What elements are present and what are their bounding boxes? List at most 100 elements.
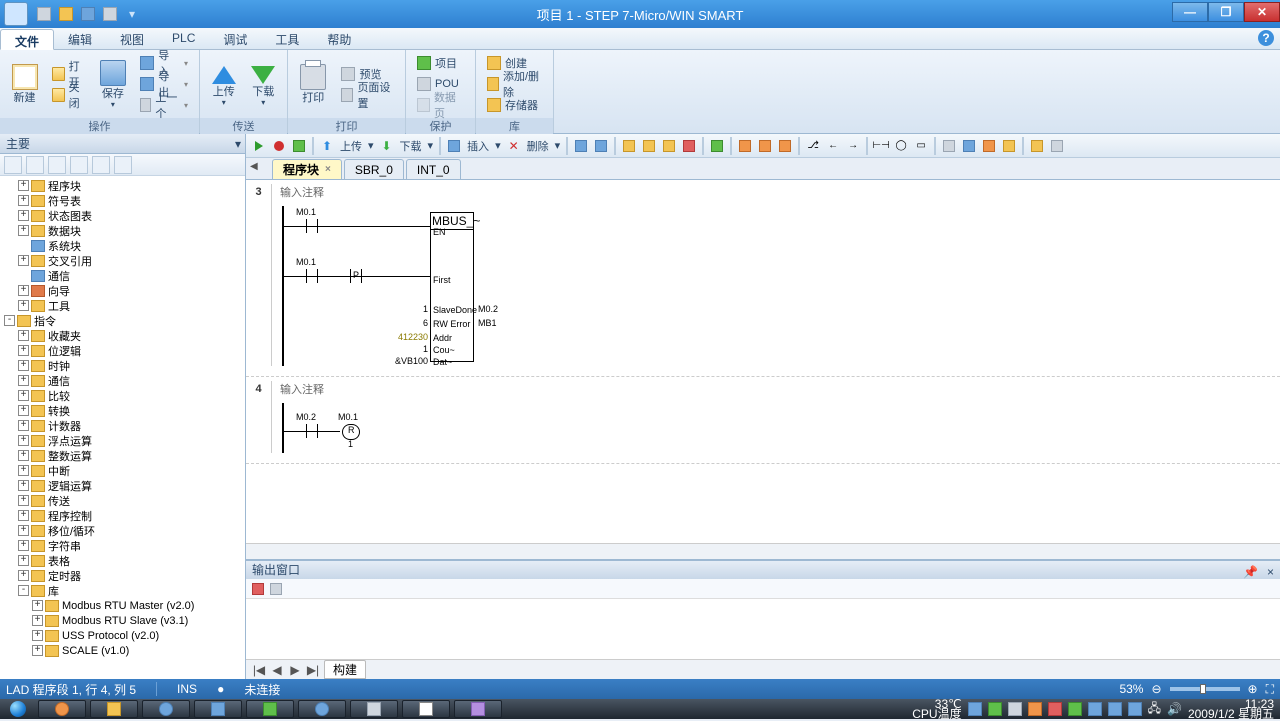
- tab-help[interactable]: 帮助: [313, 28, 365, 49]
- output-copy-icon[interactable]: [270, 583, 282, 595]
- tb-f[interactable]: [680, 137, 698, 155]
- panel-tb-2[interactable]: [26, 156, 44, 174]
- output-nav-prev[interactable]: ◀: [270, 663, 284, 677]
- tree-node[interactable]: +数据块: [4, 223, 243, 238]
- tb-i[interactable]: [960, 137, 978, 155]
- page-setup-button[interactable]: 页面设置: [336, 85, 399, 105]
- run-button[interactable]: [250, 137, 268, 155]
- prev-button[interactable]: 上一个▾: [135, 95, 193, 115]
- zoom-slider[interactable]: [1170, 687, 1240, 691]
- coil-reset[interactable]: M0.1R: [340, 424, 362, 438]
- tray-icon-7[interactable]: [1088, 702, 1102, 716]
- tree-node[interactable]: +定时器: [4, 568, 243, 583]
- contact-p[interactable]: P: [344, 269, 368, 283]
- tray-icon-6[interactable]: [1068, 702, 1082, 716]
- output-pin-icon[interactable]: 📌: [1243, 563, 1258, 581]
- network-comment[interactable]: 输入注释: [280, 381, 1280, 397]
- insert-tb-button[interactable]: [445, 137, 463, 155]
- zoom-in-button[interactable]: ⊕: [1248, 682, 1258, 696]
- tb-box[interactable]: ▭: [912, 137, 930, 155]
- tray-icon-4[interactable]: [1028, 702, 1042, 716]
- tree-root-instructions[interactable]: -指令: [4, 313, 243, 328]
- tab-debug[interactable]: 调试: [209, 28, 261, 49]
- tree-node[interactable]: +位逻辑: [4, 343, 243, 358]
- output-body[interactable]: [246, 599, 1280, 659]
- qat-dropdown-icon[interactable]: ▾: [124, 6, 140, 22]
- editor-tab-sbr0[interactable]: SBR_0: [344, 159, 404, 179]
- print-button[interactable]: 打印: [294, 52, 332, 116]
- datapage-button[interactable]: 数据页: [412, 95, 469, 115]
- tree-node[interactable]: 通信: [4, 268, 243, 283]
- upload-tb-button[interactable]: ⬆: [318, 137, 336, 155]
- panel-tb-4[interactable]: [70, 156, 88, 174]
- tb-g[interactable]: [708, 137, 726, 155]
- taskbar-item-1[interactable]: [38, 700, 86, 718]
- tray-icon-9[interactable]: [1128, 702, 1142, 716]
- tree-node-lib[interactable]: +Modbus RTU Slave (v3.1): [4, 613, 243, 628]
- taskbar-item-2[interactable]: [90, 700, 138, 718]
- tree-node[interactable]: +字符串: [4, 538, 243, 553]
- download-button[interactable]: 下载▾: [246, 52, 282, 116]
- help-icon[interactable]: ?: [1258, 30, 1274, 46]
- download-label[interactable]: 下载: [398, 138, 424, 154]
- output-nav-next[interactable]: ▶: [288, 663, 302, 677]
- tb-lock2[interactable]: [756, 137, 774, 155]
- storage-button[interactable]: 存储器: [482, 95, 547, 115]
- tab-close-icon[interactable]: ×: [325, 164, 331, 175]
- insert-label[interactable]: 插入: [465, 138, 491, 154]
- tree-node[interactable]: +收藏夹: [4, 328, 243, 343]
- tree-node[interactable]: +逻辑运算: [4, 478, 243, 493]
- tree-node[interactable]: +表格: [4, 553, 243, 568]
- tab-plc[interactable]: PLC: [158, 28, 209, 49]
- tree-node[interactable]: +符号表: [4, 193, 243, 208]
- tray-icon-8[interactable]: [1108, 702, 1122, 716]
- taskbar-item-3[interactable]: [142, 700, 190, 718]
- output-clear-icon[interactable]: [252, 583, 264, 595]
- delete-label[interactable]: 删除: [525, 138, 551, 154]
- tab-edit[interactable]: 编辑: [54, 28, 106, 49]
- qat-open-icon[interactable]: [58, 6, 74, 22]
- taskbar-item-8[interactable]: [402, 700, 450, 718]
- tree-node[interactable]: +比较: [4, 388, 243, 403]
- tree-node[interactable]: +传送: [4, 493, 243, 508]
- save-button[interactable]: 保存▾: [94, 52, 131, 116]
- tree-node[interactable]: +工具: [4, 298, 243, 313]
- tray-temperature[interactable]: 33℃CPU温度: [912, 699, 961, 719]
- tree-node[interactable]: +转换: [4, 403, 243, 418]
- delete-tb-button[interactable]: ✕: [505, 137, 523, 155]
- upload-label[interactable]: 上传: [338, 138, 364, 154]
- tree-node[interactable]: -库: [4, 583, 243, 598]
- taskbar-item-5[interactable]: [246, 700, 294, 718]
- project-tree[interactable]: +程序块+符号表+状态图表+数据块系统块+交叉引用通信+向导+工具 -指令 +收…: [0, 176, 245, 679]
- contact-m02[interactable]: M0.2: [300, 424, 324, 438]
- tree-node[interactable]: +整数运算: [4, 448, 243, 463]
- taskbar-item-7[interactable]: [350, 700, 398, 718]
- tb-coil[interactable]: ◯: [892, 137, 910, 155]
- tb-m[interactable]: [1048, 137, 1066, 155]
- tb-lock1[interactable]: [736, 137, 754, 155]
- network-comment[interactable]: 输入注释: [280, 184, 1280, 200]
- tree-node[interactable]: +浮点运算: [4, 433, 243, 448]
- output-tab-build[interactable]: 构建: [324, 660, 366, 679]
- tb-d[interactable]: [640, 137, 658, 155]
- tb-c[interactable]: [620, 137, 638, 155]
- tree-node[interactable]: +通信: [4, 373, 243, 388]
- stop-button[interactable]: [270, 137, 288, 155]
- tree-node[interactable]: +计数器: [4, 418, 243, 433]
- project-button[interactable]: 项目: [412, 53, 469, 73]
- tab-nav-left-icon[interactable]: ◀: [250, 161, 258, 172]
- output-nav-last[interactable]: ▶|: [306, 663, 320, 677]
- output-nav-first[interactable]: |◀: [252, 663, 266, 677]
- start-button[interactable]: [0, 699, 36, 719]
- panel-dropdown-icon[interactable]: ▾: [235, 134, 241, 154]
- tb-arrow-r[interactable]: →: [844, 137, 862, 155]
- contact-m01a[interactable]: M0.1: [300, 219, 324, 233]
- new-button[interactable]: 新建: [6, 52, 43, 116]
- editor-tab-int0[interactable]: INT_0: [406, 159, 461, 179]
- editor-tab-main[interactable]: 程序块×: [272, 159, 342, 179]
- ladder-canvas[interactable]: 3 输入注释 M0.1 M0.1 P MBUS_~: [246, 180, 1280, 543]
- panel-tb-6[interactable]: [114, 156, 132, 174]
- tb-arrow-l[interactable]: ←: [824, 137, 842, 155]
- tree-node-lib[interactable]: +SCALE (v1.0): [4, 643, 243, 658]
- tree-node[interactable]: +时钟: [4, 358, 243, 373]
